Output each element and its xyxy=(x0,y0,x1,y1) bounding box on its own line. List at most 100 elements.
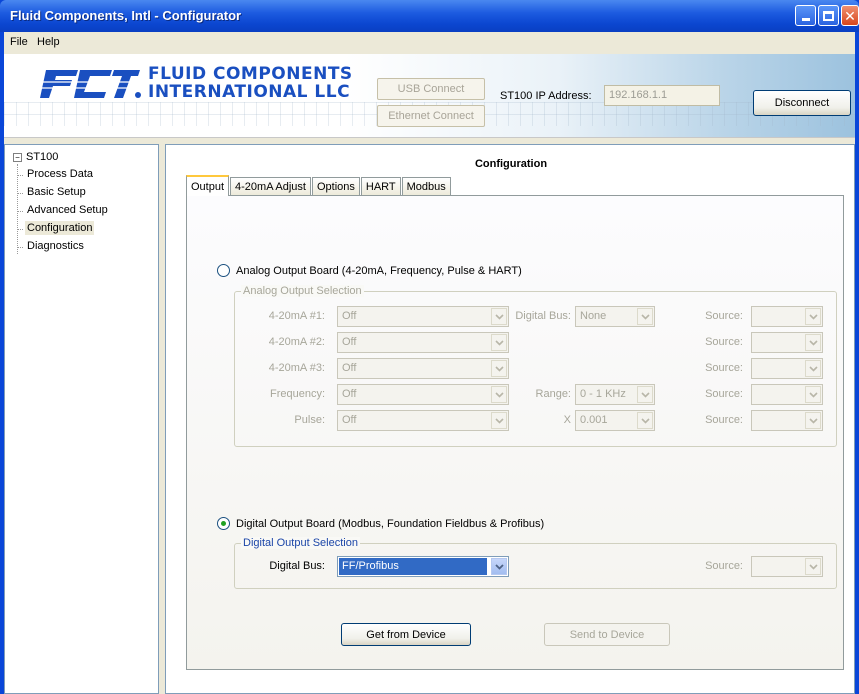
digital-bus-select[interactable]: FF/Profibus xyxy=(337,556,509,577)
usb-connect-button[interactable]: USB Connect xyxy=(377,78,485,100)
radio-selected-dot xyxy=(221,521,226,526)
analog-source1-select[interactable] xyxy=(751,306,823,327)
app-window: Fluid Components, Intl - Configurator ✕ … xyxy=(0,0,859,694)
analog-row3-value: Off xyxy=(342,362,357,374)
chevron-down-icon[interactable] xyxy=(805,360,821,377)
tree-item-process-data[interactable]: Process Data xyxy=(16,167,95,181)
logo-text-line2: INTERNATIONAL LLC xyxy=(148,82,351,102)
analog-multiplier-label: X xyxy=(563,414,571,426)
analog-source2-select[interactable] xyxy=(751,332,823,353)
analog-source2-label: Source: xyxy=(705,336,743,348)
menu-help[interactable]: Help xyxy=(37,36,60,48)
analog-range-value: 0 - 1 KHz xyxy=(580,388,626,400)
maximize-button[interactable] xyxy=(818,5,839,26)
analog-row3-select[interactable]: Off xyxy=(337,358,509,379)
ip-address-label: ST100 IP Address: xyxy=(500,90,592,102)
chevron-down-icon[interactable] xyxy=(805,412,821,429)
tree-item-advanced-setup[interactable]: Advanced Setup xyxy=(17,203,110,217)
maximize-icon xyxy=(823,10,834,21)
logo-text-line1: FLUID COMPONENTS xyxy=(148,64,353,84)
analog-frequency-value: Off xyxy=(342,388,357,400)
chevron-down-icon[interactable] xyxy=(637,308,653,325)
digital-output-groupbox: Digital Output Selection Digital Bus: FF… xyxy=(234,537,837,589)
tab-modbus[interactable]: Modbus xyxy=(401,177,451,196)
tree-root-label: ST100 xyxy=(26,151,59,163)
analog-row1-select[interactable]: Off xyxy=(337,306,509,327)
analog-source4-label: Source: xyxy=(705,388,743,400)
header-banner: FLUID COMPONENTS INTERNATIONAL LLC USB C… xyxy=(4,54,855,138)
analog-row3-label: 4-20mA #3: xyxy=(268,362,325,374)
tab-hart[interactable]: HART xyxy=(360,177,401,196)
tab-strip: Output 4-20mA Adjust Options HART Modbus xyxy=(186,175,452,196)
analog-multiplier-select[interactable]: 0.001 xyxy=(575,410,655,431)
digital-output-group-title: Digital Output Selection xyxy=(241,537,360,549)
analog-source3-select[interactable] xyxy=(751,358,823,379)
analog-row1-value: Off xyxy=(342,310,357,322)
tab-options[interactable]: Options xyxy=(311,177,360,196)
analog-source5-select[interactable] xyxy=(751,410,823,431)
output-tab-page: Analog Output Board (4-20mA, Frequency, … xyxy=(186,195,844,670)
digital-bus-label: Digital Bus: xyxy=(269,560,325,572)
chevron-down-icon[interactable] xyxy=(805,558,821,575)
close-icon: ✕ xyxy=(844,7,856,24)
tree-item-diagnostics[interactable]: Diagnostics xyxy=(17,239,86,253)
menu-file[interactable]: File xyxy=(10,36,28,48)
analog-source1-label: Source: xyxy=(705,310,743,322)
get-from-device-button[interactable]: Get from Device xyxy=(341,623,471,646)
tree-item-configuration[interactable]: Configuration xyxy=(16,221,95,235)
chevron-down-icon[interactable] xyxy=(805,386,821,403)
digital-output-radio-label: Digital Output Board (Modbus, Foundation… xyxy=(236,517,545,530)
chevron-down-icon[interactable] xyxy=(491,386,507,403)
chevron-down-icon[interactable] xyxy=(491,360,507,377)
chevron-down-icon[interactable] xyxy=(637,386,653,403)
send-to-device-button[interactable]: Send to Device xyxy=(544,623,670,646)
analog-digital-bus-value: None xyxy=(580,310,607,322)
analog-range-label: Range: xyxy=(535,388,571,400)
analog-multiplier-value: 0.001 xyxy=(580,414,608,426)
analog-pulse-value: Off xyxy=(342,414,357,426)
analog-pulse-select[interactable]: Off xyxy=(337,410,509,431)
ethernet-connect-button[interactable]: Ethernet Connect xyxy=(377,105,485,127)
chevron-down-icon[interactable] xyxy=(491,412,507,429)
tab-4-20ma-adjust[interactable]: 4-20mA Adjust xyxy=(230,177,311,196)
digital-source-select[interactable] xyxy=(751,556,823,577)
analog-digital-bus-select[interactable]: None xyxy=(575,306,655,327)
tree-item-basic-setup[interactable]: Basic Setup xyxy=(17,185,88,199)
chevron-down-icon[interactable] xyxy=(491,334,507,351)
analog-source4-select[interactable] xyxy=(751,384,823,405)
digital-output-radio-row[interactable]: Digital Output Board (Modbus, Foundation… xyxy=(217,517,544,530)
analog-digital-bus-label: Digital Bus: xyxy=(515,310,571,322)
disconnect-button[interactable]: Disconnect xyxy=(753,90,851,116)
analog-output-radio[interactable] xyxy=(217,264,230,277)
chevron-down-icon[interactable] xyxy=(491,308,507,325)
close-button[interactable]: ✕ xyxy=(841,5,859,26)
tree-root-st100[interactable]: − ST100 xyxy=(13,151,58,163)
minimize-button[interactable] xyxy=(795,5,816,26)
chevron-down-icon[interactable] xyxy=(805,308,821,325)
chevron-down-icon[interactable] xyxy=(805,334,821,351)
window-title: Fluid Components, Intl - Configurator xyxy=(10,8,242,23)
analog-frequency-label: Frequency: xyxy=(269,388,325,400)
analog-range-select[interactable]: 0 - 1 KHz xyxy=(575,384,655,405)
analog-output-radio-label: Analog Output Board (4-20mA, Frequency, … xyxy=(236,264,522,277)
digital-output-radio[interactable] xyxy=(217,517,230,530)
chevron-down-icon[interactable] xyxy=(491,558,507,575)
analog-row1-label: 4-20mA #1: xyxy=(268,310,325,322)
analog-row2-select[interactable]: Off xyxy=(337,332,509,353)
analog-output-groupbox: Analog Output Selection 4-20mA #1: Off 4… xyxy=(234,285,837,447)
menu-bar: File Help xyxy=(4,32,855,54)
chevron-down-icon[interactable] xyxy=(637,412,653,429)
page-title: Configuration xyxy=(474,158,548,170)
analog-row2-label: 4-20mA #2: xyxy=(268,336,325,348)
analog-pulse-label: Pulse: xyxy=(294,414,325,426)
digital-source-label: Source: xyxy=(705,560,743,572)
analog-source3-label: Source: xyxy=(705,362,743,374)
tab-output[interactable]: Output xyxy=(186,175,230,196)
title-bar[interactable]: Fluid Components, Intl - Configurator ✕ xyxy=(0,0,859,32)
ip-address-field[interactable]: 192.168.1.1 xyxy=(604,85,720,106)
collapse-icon[interactable]: − xyxy=(13,152,22,162)
analog-output-radio-row[interactable]: Analog Output Board (4-20mA, Frequency, … xyxy=(217,264,522,277)
fci-logo: FLUID COMPONENTS INTERNATIONAL LLC xyxy=(36,64,356,104)
analog-frequency-select[interactable]: Off xyxy=(337,384,509,405)
analog-source5-label: Source: xyxy=(705,414,743,426)
